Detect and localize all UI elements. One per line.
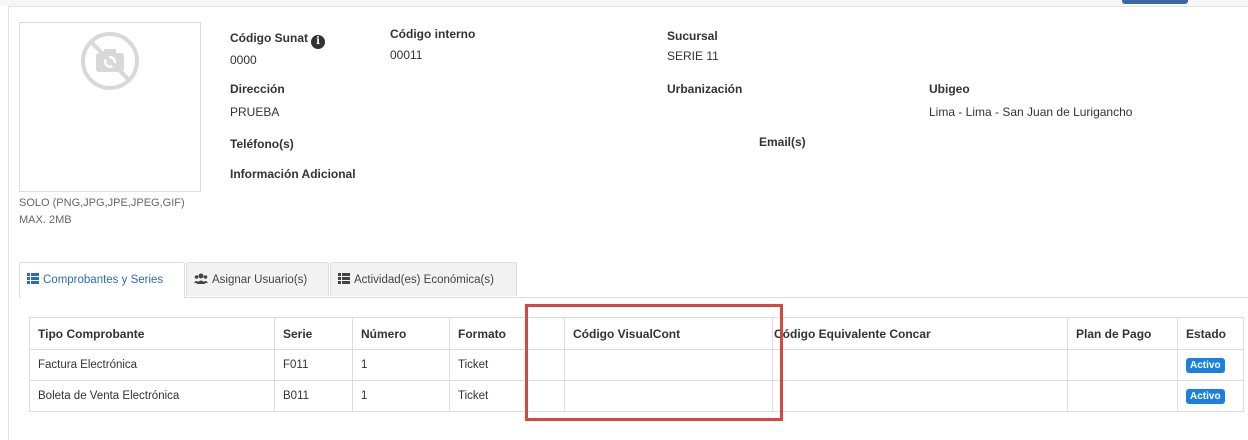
status-badge: Activo: [1186, 357, 1225, 373]
codigo-sunat-label: Código Sunat i: [230, 31, 325, 49]
tab-label: Comprobantes y Series: [43, 274, 164, 286]
telefono-label: Teléfono(s): [230, 137, 294, 151]
cell-serie: F011: [274, 349, 353, 381]
cell-numero: 1: [352, 380, 450, 412]
cell-serie: B011: [274, 380, 353, 412]
col-numero[interactable]: Número: [352, 317, 450, 350]
col-formato[interactable]: Formato: [449, 317, 527, 350]
col-estado[interactable]: Estado: [1177, 317, 1244, 350]
cell-plan: [1067, 380, 1178, 412]
status-badge: Activo: [1186, 388, 1225, 404]
cell-plan: [1067, 349, 1178, 381]
cell-estado: Activo: [1177, 380, 1244, 412]
info-icon[interactable]: i: [311, 35, 325, 49]
no-camera-icon: [81, 32, 139, 90]
photo-format-note: SOLO (PNG,JPG,JPE,JPEG,GIF) MAX. 2MB: [19, 195, 185, 229]
cell-estado: Activo: [1177, 349, 1244, 381]
cell-concar[interactable]: [772, 380, 1068, 412]
codigo-sunat-label-text: Código Sunat: [230, 31, 308, 45]
cell-formato: Ticket: [449, 349, 527, 381]
codigo-interno-value: 00011: [390, 48, 423, 62]
tab-asignar-usuarios[interactable]: Asignar Usuario(s): [186, 262, 329, 296]
sucursal-value: SERIE 11: [667, 49, 719, 63]
cell-concar[interactable]: [772, 349, 1068, 381]
sucursal-label: Sucursal: [667, 29, 718, 43]
col-tipo-comprobante[interactable]: Tipo Comprobante: [29, 317, 275, 350]
cell-numero: 1: [352, 349, 450, 381]
tab-comprobantes-series[interactable]: Comprobantes y Series: [19, 262, 185, 298]
ubigeo-label: Ubigeo: [929, 82, 970, 96]
codigo-sunat-value: 0000: [230, 53, 257, 67]
tab-actividades-economicas[interactable]: Actividad(es) Económica(s): [330, 262, 517, 296]
highlight-box: [525, 304, 783, 421]
top-frame-bar: [0, 0, 1248, 7]
cell-tipo: Boleta de Venta Electrónica: [29, 380, 275, 412]
direccion-label: Dirección: [230, 82, 285, 96]
direccion-value: PRUEBA: [230, 105, 280, 119]
col-serie[interactable]: Serie: [274, 317, 353, 350]
ubigeo-value: Lima - Lima - San Juan de Lurigancho: [929, 105, 1133, 119]
users-icon: [194, 264, 208, 298]
urbanizacion-label: Urbanización: [667, 82, 743, 96]
list-icon: [338, 264, 350, 298]
col-codigo-concar[interactable]: Código Equivalente Concar: [772, 317, 1068, 350]
cell-formato: Ticket: [449, 380, 527, 412]
tab-label: Asignar Usuario(s): [212, 274, 308, 286]
codigo-interno-label: Código interno: [390, 27, 476, 41]
col-plan-pago[interactable]: Plan de Pago: [1067, 317, 1178, 350]
left-frame-border: [0, 6, 9, 440]
photo-size-line: MAX. 2MB: [19, 214, 72, 226]
tab-label: Actividad(es) Económica(s): [354, 274, 494, 286]
top-action-button[interactable]: [1122, 0, 1188, 4]
list-icon: [27, 264, 39, 298]
informacion-adicional-label: Información Adicional: [230, 167, 356, 181]
cell-tipo: Factura Electrónica: [29, 349, 275, 381]
email-label: Email(s): [759, 135, 806, 149]
tab-bar: Comprobantes y Series Asignar Usuario(s)…: [19, 262, 1248, 298]
photo-upload-box[interactable]: [19, 22, 201, 192]
photo-format-line: SOLO (PNG,JPG,JPE,JPEG,GIF): [19, 197, 185, 209]
